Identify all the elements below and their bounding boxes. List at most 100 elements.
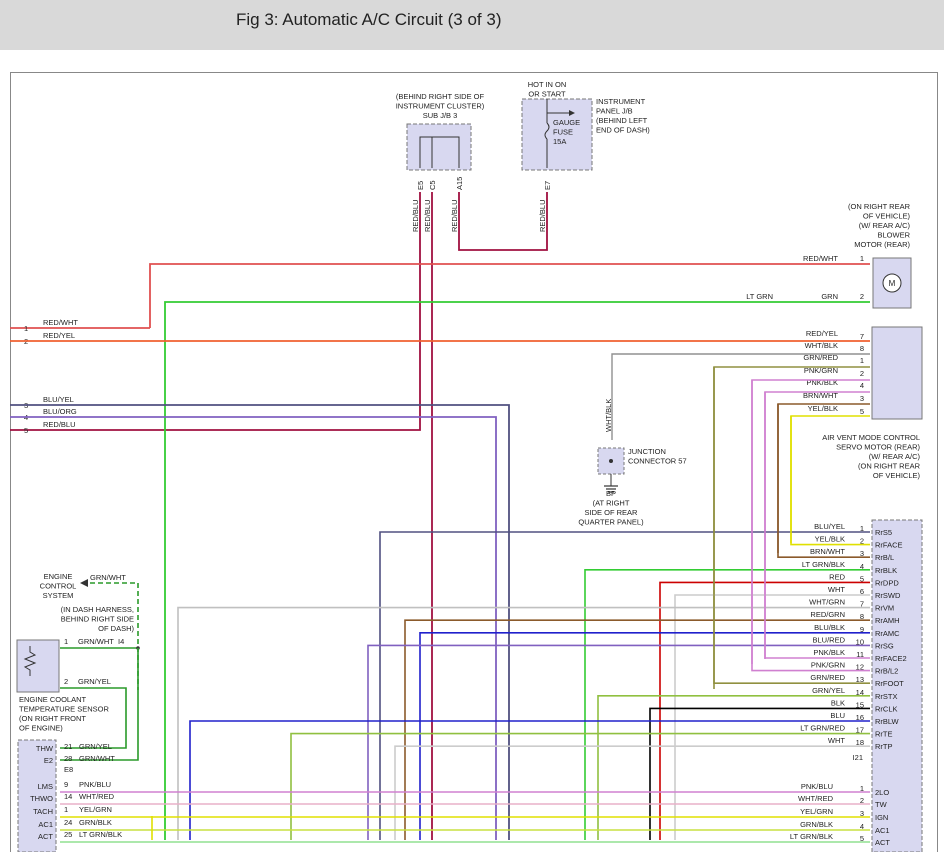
terminal-label: BLU/YEL xyxy=(43,395,74,404)
pin-label: 1 xyxy=(860,254,864,263)
sub-jb-wire-label: RED/BLU xyxy=(450,199,459,232)
servo-pin: 1 xyxy=(860,356,864,365)
hot-label: HOT IN ON xyxy=(528,80,567,89)
blower-note: BLOWER xyxy=(877,231,910,240)
amp-wire-label: GRN/YEL xyxy=(812,686,845,695)
instrument-jb-note: END OF DASH) xyxy=(596,126,650,135)
ecm-pin: 14 xyxy=(64,792,72,801)
sensor-note: (ON RIGHT FRONT xyxy=(19,714,86,723)
servo-note: AIR VENT MODE CONTROL xyxy=(822,433,920,442)
sensor-pin: 2 xyxy=(64,677,68,686)
sub-jb-note: (BEHIND RIGHT SIDE OF xyxy=(396,92,485,101)
amp-wire xyxy=(177,606,870,840)
sub-jb-box xyxy=(406,123,472,171)
sub-jb-pin: C5 xyxy=(428,180,437,190)
amp2-terminal-name: AC1 xyxy=(875,826,890,835)
coolant-sensor-box xyxy=(16,639,60,693)
amp-terminal-name: RrB/L xyxy=(875,553,894,562)
servo-pin: 7 xyxy=(860,332,864,341)
amp-wire-label: BLU/RED xyxy=(812,635,845,644)
servo-wire-label: YEL/BLK xyxy=(808,404,838,413)
servo-wire-label: WHT/BLK xyxy=(805,341,838,350)
amp-terminal-name: RrS5 xyxy=(875,528,892,537)
amp-terminal-name: RrTE xyxy=(875,730,893,739)
amp2-terminal-name: ACT xyxy=(875,838,890,847)
amp2-wire-label: PNK/BLU xyxy=(801,782,833,791)
amp-wire-label: BRN/WHT xyxy=(810,547,845,556)
servo-pin: 5 xyxy=(860,407,864,416)
sub-jb-note: SUB J/B 3 xyxy=(423,111,458,120)
amp-wire-label: PNK/BLK xyxy=(813,648,845,657)
amp-wire-label: RED xyxy=(829,572,845,581)
amp-terminal-name: RrSG xyxy=(875,641,894,650)
ecm-pin: 25 xyxy=(64,830,72,839)
junction-dot xyxy=(609,459,613,463)
motor-symbol: M xyxy=(889,279,896,288)
ecm-wire-label: LT GRN/BLK xyxy=(79,830,122,839)
amp-terminal-name: RrTP xyxy=(875,742,893,751)
amp-wire-label: YEL/BLK xyxy=(815,535,845,544)
amp-wire xyxy=(290,732,870,840)
servo-box xyxy=(871,326,923,420)
amp-terminal-name: RrBLK xyxy=(875,566,897,575)
harness-note: (IN DASH HARNESS, xyxy=(61,605,134,614)
amp2-wire-label: YEL/GRN xyxy=(800,807,833,816)
amp-terminal-name: RrSWD xyxy=(875,591,901,600)
sensor-wire-label: GRN/YEL xyxy=(78,677,111,686)
sensor-note: TEMPERATURE SENSOR xyxy=(19,705,109,714)
ground-note: SIDE OF REAR xyxy=(585,508,639,517)
junction-wire-label: WHT/BLK xyxy=(604,399,613,432)
wire-pnk-grn xyxy=(751,379,870,664)
amp-terminal-name: RrSTX xyxy=(875,692,898,701)
wire-label: LT GRN xyxy=(746,292,773,301)
ground-note: QUARTER PANEL) xyxy=(578,518,644,527)
ecm-terminal-name: LMS xyxy=(38,782,53,791)
terminal-num: 1 xyxy=(24,324,28,333)
sub-jb-pin: E5 xyxy=(416,181,425,190)
engine-system-label: ENGINE xyxy=(44,572,73,581)
sub-jb-note: INSTRUMENT CLUSTER) xyxy=(396,102,485,111)
ecm-terminal-name: AC1 xyxy=(38,820,53,829)
instrument-jb-note: INSTRUMENT xyxy=(596,97,646,106)
amp-wire xyxy=(597,694,870,840)
ecm-pin: 9 xyxy=(64,780,68,789)
blower-note: (W/ REAR A/C) xyxy=(859,221,911,230)
i4-label: I4 xyxy=(118,637,124,646)
wiring-diagram: (BEHIND RIGHT SIDE OFINSTRUMENT CLUSTER)… xyxy=(10,80,923,852)
amp2-wire-label: GRN/BLK xyxy=(800,820,833,829)
ecm-terminal-name: E2 xyxy=(44,756,53,765)
pin-label: 2 xyxy=(860,292,864,301)
ground-note: BP xyxy=(606,489,616,498)
terminal-num: 5 xyxy=(24,426,28,435)
amp2-terminal-name: 2LO xyxy=(875,788,889,797)
servo-note: SERVO MOTOR (REAR) xyxy=(836,443,920,452)
amp2-terminal-name: IGN xyxy=(875,813,888,822)
amp-terminal-name: RrAMH xyxy=(875,616,900,625)
blower-note: MOTOR (REAR) xyxy=(854,240,910,249)
sub-jb-pin: A15 xyxy=(455,177,464,190)
sub-jb-wire-label: RED/BLU xyxy=(423,199,432,232)
junction-note: CONNECTOR 57 xyxy=(628,457,687,466)
wire-label: RED/WHT xyxy=(803,254,838,263)
fuse-label: 15A xyxy=(553,137,566,146)
amp-wire-label: WHT xyxy=(828,736,845,745)
servo-pin: 2 xyxy=(860,369,864,378)
amp2-terminal-name: TW xyxy=(875,800,888,809)
servo-wire-label: RED/YEL xyxy=(806,329,838,338)
junction-note: JUNCTION xyxy=(628,447,666,456)
amp-wire xyxy=(379,531,870,840)
wire-blu-org xyxy=(10,416,497,840)
ecm-wire-label: YEL/GRN xyxy=(79,805,112,814)
jb-wire-label: RED/BLU xyxy=(538,199,547,232)
amp-wire-label: WHT/GRN xyxy=(809,598,845,607)
servo-pin: 4 xyxy=(860,381,864,390)
ecm-wire-label: GRN/BLK xyxy=(79,818,112,827)
ecm-terminal-name: ACT xyxy=(38,832,53,841)
amp-terminal-name: RrAMC xyxy=(875,629,900,638)
ecm-pin: 21 xyxy=(64,742,72,751)
amp-terminal-name: RrBLW xyxy=(875,717,900,726)
servo-note: OF VEHICLE) xyxy=(873,471,921,480)
amp-terminal-name: RrCLK xyxy=(875,704,898,713)
wire-red-blu xyxy=(458,192,548,251)
sensor-note: ENGINE COOLANT xyxy=(19,695,87,704)
